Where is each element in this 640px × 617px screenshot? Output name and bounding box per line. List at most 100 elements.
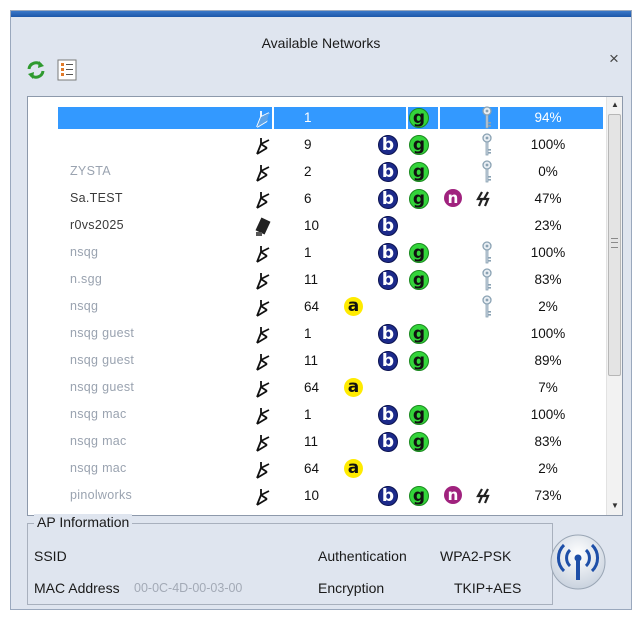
ap-information-panel: AP Information SSID MAC Address 00-0C-4D… [27,514,553,605]
selection-separator [406,107,408,129]
mode-b-badge: b [378,486,398,506]
mode-g-badge: g [409,432,429,452]
window-title: Available Networks [261,35,381,51]
network-row[interactable]: nsqg guest 11 b g 89% [28,348,606,375]
network-channel: 6 [304,191,312,206]
network-row[interactable]: n.sgg 11 b g 83% [28,267,606,294]
network-ssid: ZYSTA [70,164,111,178]
network-row[interactable]: ZYSTA 2 b g 0% [28,159,606,186]
network-ssid: nsqg mac [70,407,127,421]
mimo-arrows-icon [476,191,490,207]
network-channel: 10 [304,218,320,233]
network-signal: 83% [534,272,562,287]
network-ssid: nsqg guest [70,353,135,367]
network-channel: 11 [304,434,319,449]
network-channel: 10 [304,488,320,503]
network-signal: 100% [530,326,566,341]
network-row[interactable]: nsqg mac 64 a 2% [28,456,606,483]
network-row[interactable]: 9 b g 100% [28,132,606,159]
security-key-icon [482,160,492,183]
mimo-arrows-icon [476,488,490,504]
refresh-icon[interactable] [25,59,47,81]
security-key-icon [482,133,492,156]
network-hand-icon [256,462,270,479]
network-row[interactable]: 1 g 94% [28,105,606,132]
network-row[interactable]: Sa.TEST 6 b g n 47% [28,186,606,213]
mode-g-badge: g [409,243,429,263]
network-hand-icon [256,138,270,155]
mode-b-badge: b [378,324,398,344]
network-signal: 100% [530,245,566,260]
network-ssid: nsqg [70,245,99,259]
mode-a-badge: a [344,297,363,316]
mode-b-badge: b [378,216,398,236]
mode-g-badge: g [409,405,429,425]
mode-n-badge: n [444,189,462,207]
network-ssid: nsqg guest [70,380,135,394]
network-ssid: r0vs2025 [70,218,124,232]
wps-button-icon[interactable] [548,532,608,592]
network-channel: 64 [304,299,320,314]
security-key-icon [482,106,492,129]
network-signal: 73% [534,488,562,503]
mode-g-badge: g [409,270,429,290]
adhoc-card-icon [255,217,271,236]
mode-g-badge: g [409,486,429,506]
network-row[interactable]: nsqg mac 11 b g 83% [28,429,606,456]
network-row[interactable]: nsqg mac 1 b g 100% [28,402,606,429]
network-channel: 1 [304,245,312,260]
mac-address-value: 00-0C-4D-00-03-00 [134,581,243,595]
network-channel: 1 [304,110,312,125]
network-hand-icon [256,489,270,506]
networks-window: Available Networks × 1 g 94% 9 b g 100% ZYSTA 2 b… [10,10,632,610]
mode-b-badge: b [378,405,398,425]
network-hand-icon [256,165,270,182]
network-signal: 94% [534,110,562,125]
network-row[interactable]: pinolworks 10 b g n 73% [28,483,606,510]
network-hand-icon [256,192,270,209]
network-signal: 23% [534,218,562,233]
network-row[interactable]: nsqg 64 a 2% [28,294,606,321]
network-signal: 89% [534,353,562,368]
ap-information-legend: AP Information [34,514,133,530]
mode-g-badge: g [409,351,429,371]
list-icon[interactable] [57,59,77,81]
mode-a-badge: a [344,459,363,478]
network-row[interactable]: r0vs2025 10 b 23% [28,213,606,240]
network-row[interactable]: nsqg guest 1 b g 100% [28,321,606,348]
network-hand-icon [256,435,270,452]
network-row[interactable]: nsqg 1 b g 100% [28,240,606,267]
vertical-scrollbar[interactable]: ▲ ▼ [606,97,622,515]
network-channel: 1 [304,326,312,341]
encryption-value: TKIP+AES [454,580,522,596]
scroll-up-arrow-icon[interactable]: ▲ [611,100,619,109]
mode-g-badge: g [409,189,429,209]
network-signal: 83% [534,434,562,449]
mode-a-badge: a [344,378,363,397]
network-hand-icon [256,246,270,263]
encryption-label: Encryption [318,580,385,596]
scroll-thumb[interactable] [608,114,621,376]
network-hand-icon [256,327,270,344]
network-channel: 1 [304,407,312,422]
close-button[interactable]: × [609,49,619,69]
network-hand-icon [256,408,270,425]
network-list[interactable]: 1 g 94% 9 b g 100% ZYSTA 2 b g 0% Sa.TEST 6 b g n 47% r0vs… [27,96,623,516]
security-key-icon [482,241,492,264]
mode-b-badge: b [378,351,398,371]
network-row[interactable]: nsqg guest 64 a 7% [28,375,606,402]
network-hand-icon [256,300,270,317]
mode-b-badge: b [378,432,398,452]
network-signal: 0% [538,164,558,179]
mode-b-badge: b [378,189,398,209]
mode-b-badge: b [378,243,398,263]
network-ssid: Sa.TEST [70,191,123,205]
network-channel: 2 [304,164,312,179]
selection-highlight [58,107,603,129]
mode-g-badge: g [409,162,429,182]
scroll-down-arrow-icon[interactable]: ▼ [611,501,619,510]
mode-g-badge: g [409,324,429,344]
grip-icon [611,238,618,248]
network-ssid: nsqg mac [70,434,127,448]
network-channel: 11 [304,353,319,368]
